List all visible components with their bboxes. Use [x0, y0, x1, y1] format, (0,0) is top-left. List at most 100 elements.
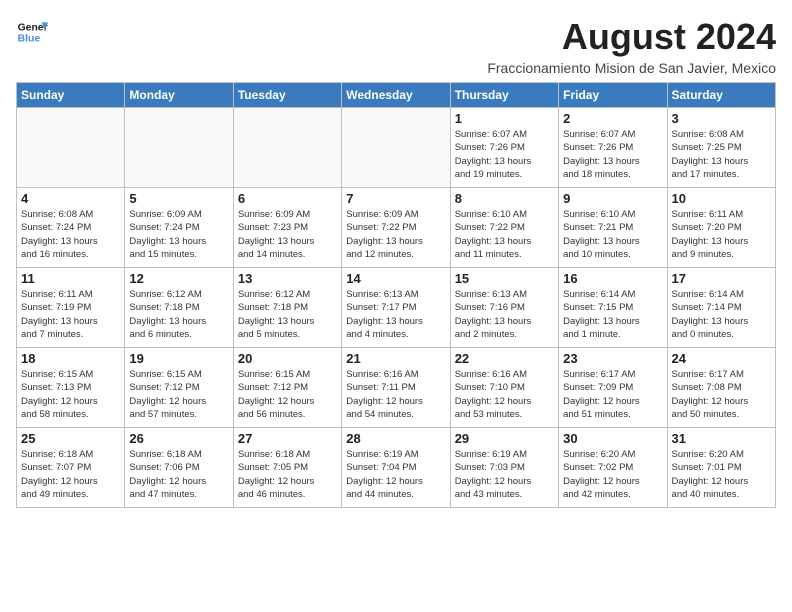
day-info: Sunrise: 6:08 AM Sunset: 7:25 PM Dayligh… — [672, 128, 771, 181]
day-number: 6 — [238, 191, 337, 206]
day-info: Sunrise: 6:09 AM Sunset: 7:23 PM Dayligh… — [238, 208, 337, 261]
location: Fraccionamiento Mision de San Javier, Me… — [487, 60, 776, 76]
day-info: Sunrise: 6:13 AM Sunset: 7:17 PM Dayligh… — [346, 288, 445, 341]
col-header-saturday: Saturday — [667, 83, 775, 108]
calendar-cell: 31Sunrise: 6:20 AM Sunset: 7:01 PM Dayli… — [667, 428, 775, 508]
week-row-5: 25 Sunrise: 6:18 AM Sunset: 7:07 PM Dayli… — [17, 428, 776, 508]
day-info: Sunrise: 6:18 AM Sunset: 7:06 PM Dayligh… — [129, 448, 228, 501]
calendar-cell: 2 Sunrise: 6:07 AM Sunset: 7:26 PM Daylig… — [559, 108, 667, 188]
day-number: 13 — [238, 271, 337, 286]
col-header-sunday: Sunday — [17, 83, 125, 108]
day-number: 1 — [455, 111, 554, 126]
calendar-cell: 7 Sunrise: 6:09 AM Sunset: 7:22 PM Daylig… — [342, 188, 450, 268]
calendar-cell — [125, 108, 233, 188]
day-number: 7 — [346, 191, 445, 206]
calendar: SundayMondayTuesdayWednesdayThursdayFrid… — [16, 82, 776, 508]
col-header-thursday: Thursday — [450, 83, 558, 108]
calendar-cell: 4 Sunrise: 6:08 AM Sunset: 7:24 PM Daylig… — [17, 188, 125, 268]
calendar-cell: 25 Sunrise: 6:18 AM Sunset: 7:07 PM Dayli… — [17, 428, 125, 508]
day-number: 9 — [563, 191, 662, 206]
logo: General Blue — [16, 16, 48, 48]
month-year: August 2024 — [487, 16, 776, 58]
calendar-cell: 24Sunrise: 6:17 AM Sunset: 7:08 PM Dayli… — [667, 348, 775, 428]
day-info: Sunrise: 6:11 AM Sunset: 7:20 PM Dayligh… — [672, 208, 771, 261]
day-number: 2 — [563, 111, 662, 126]
day-info: Sunrise: 6:15 AM Sunset: 7:13 PM Dayligh… — [21, 368, 120, 421]
day-info: Sunrise: 6:12 AM Sunset: 7:18 PM Dayligh… — [238, 288, 337, 341]
logo-icon: General Blue — [16, 16, 48, 48]
day-number: 10 — [672, 191, 771, 206]
day-number: 3 — [672, 111, 771, 126]
day-info: Sunrise: 6:19 AM Sunset: 7:03 PM Dayligh… — [455, 448, 554, 501]
day-info: Sunrise: 6:11 AM Sunset: 7:19 PM Dayligh… — [21, 288, 120, 341]
calendar-cell: 5 Sunrise: 6:09 AM Sunset: 7:24 PM Daylig… — [125, 188, 233, 268]
day-number: 5 — [129, 191, 228, 206]
day-info: Sunrise: 6:14 AM Sunset: 7:15 PM Dayligh… — [563, 288, 662, 341]
calendar-cell: 19 Sunrise: 6:15 AM Sunset: 7:12 PM Dayli… — [125, 348, 233, 428]
calendar-cell: 23 Sunrise: 6:17 AM Sunset: 7:09 PM Dayli… — [559, 348, 667, 428]
day-info: Sunrise: 6:16 AM Sunset: 7:11 PM Dayligh… — [346, 368, 445, 421]
calendar-cell: 29 Sunrise: 6:19 AM Sunset: 7:03 PM Dayli… — [450, 428, 558, 508]
day-info: Sunrise: 6:17 AM Sunset: 7:09 PM Dayligh… — [563, 368, 662, 421]
day-number: 16 — [563, 271, 662, 286]
calendar-cell — [233, 108, 341, 188]
calendar-cell: 9 Sunrise: 6:10 AM Sunset: 7:21 PM Daylig… — [559, 188, 667, 268]
day-info: Sunrise: 6:09 AM Sunset: 7:22 PM Dayligh… — [346, 208, 445, 261]
day-number: 11 — [21, 271, 120, 286]
calendar-cell: 16 Sunrise: 6:14 AM Sunset: 7:15 PM Dayli… — [559, 268, 667, 348]
day-info: Sunrise: 6:10 AM Sunset: 7:22 PM Dayligh… — [455, 208, 554, 261]
week-row-4: 18 Sunrise: 6:15 AM Sunset: 7:13 PM Dayli… — [17, 348, 776, 428]
day-number: 8 — [455, 191, 554, 206]
calendar-cell: 26Sunrise: 6:18 AM Sunset: 7:06 PM Dayli… — [125, 428, 233, 508]
day-number: 4 — [21, 191, 120, 206]
calendar-cell — [342, 108, 450, 188]
day-info: Sunrise: 6:20 AM Sunset: 7:01 PM Dayligh… — [672, 448, 771, 501]
day-info: Sunrise: 6:13 AM Sunset: 7:16 PM Dayligh… — [455, 288, 554, 341]
day-info: Sunrise: 6:07 AM Sunset: 7:26 PM Dayligh… — [563, 128, 662, 181]
calendar-cell: 14 Sunrise: 6:13 AM Sunset: 7:17 PM Dayli… — [342, 268, 450, 348]
day-number: 19 — [129, 351, 228, 366]
calendar-cell: 20Sunrise: 6:15 AM Sunset: 7:12 PM Dayli… — [233, 348, 341, 428]
week-row-3: 11 Sunrise: 6:11 AM Sunset: 7:19 PM Dayli… — [17, 268, 776, 348]
week-row-1: 1 Sunrise: 6:07 AM Sunset: 7:26 PM Daylig… — [17, 108, 776, 188]
day-number: 27 — [238, 431, 337, 446]
calendar-cell: 8 Sunrise: 6:10 AM Sunset: 7:22 PM Daylig… — [450, 188, 558, 268]
day-info: Sunrise: 6:08 AM Sunset: 7:24 PM Dayligh… — [21, 208, 120, 261]
calendar-cell: 15 Sunrise: 6:13 AM Sunset: 7:16 PM Dayli… — [450, 268, 558, 348]
day-number: 21 — [346, 351, 445, 366]
day-number: 24 — [672, 351, 771, 366]
calendar-cell: 22 Sunrise: 6:16 AM Sunset: 7:10 PM Dayli… — [450, 348, 558, 428]
calendar-header-row: SundayMondayTuesdayWednesdayThursdayFrid… — [17, 83, 776, 108]
day-number: 18 — [21, 351, 120, 366]
day-number: 14 — [346, 271, 445, 286]
day-number: 23 — [563, 351, 662, 366]
day-info: Sunrise: 6:10 AM Sunset: 7:21 PM Dayligh… — [563, 208, 662, 261]
calendar-cell: 30Sunrise: 6:20 AM Sunset: 7:02 PM Dayli… — [559, 428, 667, 508]
day-info: Sunrise: 6:20 AM Sunset: 7:02 PM Dayligh… — [563, 448, 662, 501]
col-header-friday: Friday — [559, 83, 667, 108]
calendar-cell: 11 Sunrise: 6:11 AM Sunset: 7:19 PM Dayli… — [17, 268, 125, 348]
col-header-monday: Monday — [125, 83, 233, 108]
day-info: Sunrise: 6:18 AM Sunset: 7:07 PM Dayligh… — [21, 448, 120, 501]
calendar-cell: 21 Sunrise: 6:16 AM Sunset: 7:11 PM Dayli… — [342, 348, 450, 428]
day-number: 12 — [129, 271, 228, 286]
day-number: 25 — [21, 431, 120, 446]
svg-text:Blue: Blue — [18, 34, 41, 45]
day-number: 22 — [455, 351, 554, 366]
col-header-wednesday: Wednesday — [342, 83, 450, 108]
title-area: August 2024 Fraccionamiento Mision de Sa… — [487, 16, 776, 76]
day-number: 29 — [455, 431, 554, 446]
calendar-cell: 12Sunrise: 6:12 AM Sunset: 7:18 PM Dayli… — [125, 268, 233, 348]
calendar-cell: 3 Sunrise: 6:08 AM Sunset: 7:25 PM Daylig… — [667, 108, 775, 188]
header: General Blue August 2024 Fraccionamiento… — [16, 16, 776, 76]
day-info: Sunrise: 6:15 AM Sunset: 7:12 PM Dayligh… — [129, 368, 228, 421]
day-info: Sunrise: 6:16 AM Sunset: 7:10 PM Dayligh… — [455, 368, 554, 421]
week-row-2: 4 Sunrise: 6:08 AM Sunset: 7:24 PM Daylig… — [17, 188, 776, 268]
day-number: 15 — [455, 271, 554, 286]
calendar-cell: 6 Sunrise: 6:09 AM Sunset: 7:23 PM Daylig… — [233, 188, 341, 268]
calendar-cell: 1Sunrise: 6:07 AM Sunset: 7:26 PM Daylig… — [450, 108, 558, 188]
day-number: 20 — [238, 351, 337, 366]
day-info: Sunrise: 6:09 AM Sunset: 7:24 PM Dayligh… — [129, 208, 228, 261]
col-header-tuesday: Tuesday — [233, 83, 341, 108]
calendar-cell — [17, 108, 125, 188]
